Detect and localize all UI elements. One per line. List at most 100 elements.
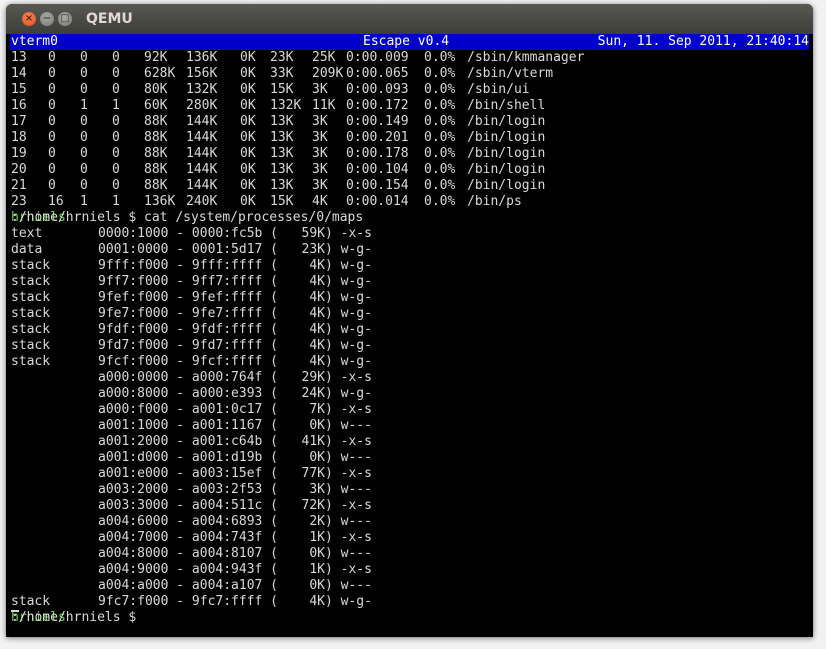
memory-map-row: stack 9fc7:f000 - 9fc7:ffff ( 4K) w-g-	[10, 594, 809, 610]
process-cell: 144K	[186, 162, 218, 177]
title-bar[interactable]: × − □ QEMU	[6, 4, 813, 34]
process-cell: 0:00.172	[346, 98, 409, 113]
datetime: Sun, 11. Sep 2011, 21:40:14	[597, 34, 809, 49]
minimize-icon[interactable]: −	[40, 12, 54, 26]
region-range: a004:8000 - a004:8107 ( 0K) w---	[98, 546, 372, 561]
process-row: 18 0 0 0 88K 144K 0K 13K 3K 0:00.201 0.0% /bin/logi…	[10, 130, 809, 146]
process-cell: 13K	[270, 178, 294, 193]
process-cell: 18	[11, 130, 27, 145]
process-cell: 0	[48, 66, 56, 81]
command-line: hrniels:/home/hrniels $ cat /system/proc…	[10, 210, 809, 226]
process-cell: 0.0%	[424, 194, 456, 209]
process-cell: 88K	[144, 178, 168, 193]
process-cell: 0	[112, 66, 120, 81]
process-row: 20 0 0 0 88K 144K 0K 13K 3K 0:00.104 0.0% /bin/logi…	[10, 162, 809, 178]
process-cell: 3K	[312, 146, 328, 161]
process-cell: 240K	[186, 194, 218, 209]
memory-map-row: stack 9fdf:f000 - 9fdf:ffff ( 4K) w-g-	[10, 322, 809, 338]
process-cell: 0	[48, 178, 56, 193]
input-prompt-line[interactable]: hrniels:/home/hrniels $	[10, 610, 809, 626]
region-range: 9fef:f000 - 9fef:ffff ( 4K) w-g-	[98, 290, 372, 305]
process-cell: 144K	[186, 178, 218, 193]
prompt-path: :/home/hrniels $	[11, 610, 145, 625]
process-cell: 0K	[240, 82, 256, 97]
region-name: stack	[11, 338, 51, 353]
process-cell: /bin/ps	[467, 194, 522, 209]
process-cell: 0K	[240, 194, 256, 209]
process-cell: 0.0%	[424, 146, 456, 161]
process-cell: 136K	[186, 50, 218, 65]
process-row: 19 0 0 0 88K 144K 0K 13K 3K 0:00.178 0.0% /bin/logi…	[10, 146, 809, 162]
memory-map-row: a000:f000 - a001:0c17 ( 7K) -x-s	[10, 402, 809, 418]
process-cell: 0	[48, 82, 56, 97]
maximize-icon[interactable]: □	[58, 12, 72, 26]
process-row: 14 0 0 0 628K 156K 0K 33K 209K 0:00.065 0.0% /sbin/…	[10, 66, 809, 82]
region-range: a001:2000 - a001:c64b ( 41K) -x-s	[98, 434, 372, 449]
process-cell: /sbin/vterm	[467, 66, 554, 81]
process-cell: 0.0%	[424, 178, 456, 193]
memory-map-row: text 0000:1000 - 0000:fc5b ( 59K) -x-s	[10, 226, 809, 242]
process-cell: 13K	[270, 114, 294, 129]
process-cell: 0:00.093	[346, 82, 409, 97]
process-cell: 14	[11, 66, 27, 81]
region-name: stack	[11, 306, 51, 321]
process-cell: /bin/login	[467, 130, 546, 145]
region-range: 9fd7:f000 - 9fd7:ffff ( 4K) w-g-	[98, 338, 372, 353]
region-range: a003:2000 - a003:2f53 ( 3K) w---	[98, 482, 372, 497]
process-cell: 0	[48, 130, 56, 145]
region-range: 9fff:f000 - 9fff:ffff ( 4K) w-g-	[98, 258, 372, 273]
memory-map-row: a004:8000 - a004:8107 ( 0K) w---	[10, 546, 809, 562]
process-cell: 628K	[144, 66, 176, 81]
memory-map-row: stack 9fff:f000 - 9fff:ffff ( 4K) w-g-	[10, 258, 809, 274]
region-range: a000:f000 - a001:0c17 ( 7K) -x-s	[98, 402, 372, 417]
memory-map-row: a004:a000 - a004:a107 ( 0K) w---	[10, 578, 809, 594]
process-cell: 23K	[270, 50, 294, 65]
window-title: QEMU	[86, 11, 133, 27]
process-cell: 60K	[144, 98, 168, 113]
process-cell: 21	[11, 178, 27, 193]
process-cell: 0	[80, 178, 88, 193]
process-cell: 0:00.065	[346, 66, 409, 81]
process-cell: 144K	[186, 114, 218, 129]
process-cell: /bin/shell	[467, 98, 546, 113]
process-cell: 0:00.201	[346, 130, 409, 145]
process-cell: 4K	[312, 194, 328, 209]
process-cell: 1	[80, 194, 88, 209]
region-range: a000:8000 - a000:e393 ( 24K) w-g-	[98, 386, 372, 401]
process-cell: 0	[112, 130, 120, 145]
region-range: 0001:0000 - 0001:5d17 ( 23K) w-g-	[98, 242, 372, 257]
process-cell: 13K	[270, 130, 294, 145]
memory-map-row: a001:1000 - a001:1167 ( 0K) w---	[10, 418, 809, 434]
process-cell: 0	[80, 50, 88, 65]
status-bar: vterm0 Escape v0.4 Sun, 11. Sep 2011, 21…	[10, 34, 809, 50]
memory-map-row: stack 9fd7:f000 - 9fd7:ffff ( 4K) w-g-	[10, 338, 809, 354]
region-range: a001:1000 - a001:1167 ( 0K) w---	[98, 418, 372, 433]
process-cell: 0	[112, 146, 120, 161]
region-range: a001:e000 - a003:15ef ( 77K) -x-s	[98, 466, 372, 481]
terminal-screen[interactable]: vterm0 Escape v0.4 Sun, 11. Sep 2011, 21…	[10, 34, 809, 634]
process-cell: 132K	[270, 98, 302, 113]
region-range: a004:a000 - a004:a107 ( 0K) w---	[98, 578, 372, 593]
region-range: a004:7000 - a004:743f ( 1K) -x-s	[98, 530, 372, 545]
process-cell: 0:00.149	[346, 114, 409, 129]
process-row: 21 0 0 0 88K 144K 0K 13K 3K 0:00.154 0.0% /bin/logi…	[10, 178, 809, 194]
process-cell: 280K	[186, 98, 218, 113]
memory-map-row: data 0001:0000 - 0001:5d17 ( 23K) w-g-	[10, 242, 809, 258]
process-cell: 0:00.178	[346, 146, 409, 161]
process-cell: 20	[11, 162, 27, 177]
process-cell: /bin/login	[467, 162, 546, 177]
region-range: 9fe7:f000 - 9fe7:ffff ( 4K) w-g-	[98, 306, 372, 321]
close-icon[interactable]: ×	[22, 12, 36, 26]
region-range: 9ff7:f000 - 9ff7:ffff ( 4K) w-g-	[98, 274, 372, 289]
process-cell: 88K	[144, 162, 168, 177]
process-cell: 3K	[312, 130, 328, 145]
memory-map-row: stack 9fcf:f000 - 9fcf:ffff ( 4K) w-g-	[10, 354, 809, 370]
memory-map-row: a001:e000 - a003:15ef ( 77K) -x-s	[10, 466, 809, 482]
process-cell: /sbin/kmmanager	[467, 50, 585, 65]
process-cell: /sbin/ui	[467, 82, 530, 97]
process-cell: 17	[11, 114, 27, 129]
process-cell: 80K	[144, 82, 168, 97]
process-row: 16 0 1 1 60K 280K 0K 132K 11K 0:00.172 0.0% /bin/sh…	[10, 98, 809, 114]
text-cursor	[11, 610, 19, 612]
process-cell: 0K	[240, 114, 256, 129]
